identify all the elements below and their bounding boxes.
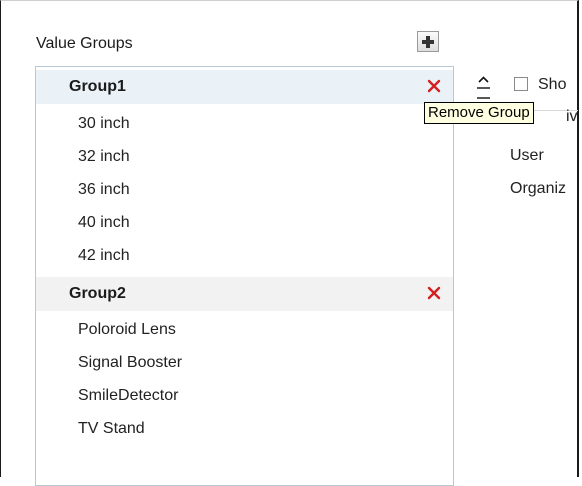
option-user[interactable]: User (510, 147, 544, 165)
list-item[interactable]: TV Stand (78, 420, 145, 438)
list-item[interactable]: 30 inch (78, 115, 130, 133)
list-item[interactable]: Signal Booster (78, 354, 182, 372)
group-header-group1[interactable]: Group1 (36, 70, 453, 104)
value-groups-title: Value Groups (36, 35, 133, 52)
list-item[interactable]: 36 inch (78, 181, 130, 199)
show-label: Sho (538, 76, 567, 93)
remove-group-icon[interactable] (426, 78, 442, 94)
option-organization[interactable]: Organiz (510, 180, 566, 198)
remove-group-icon[interactable] (426, 285, 442, 301)
add-group-button[interactable] (417, 31, 439, 52)
group-header-group2[interactable]: Group2 (36, 277, 453, 311)
list-item[interactable]: Poloroid Lens (78, 321, 176, 339)
partial-option-text: iv (566, 108, 578, 125)
value-groups-list: Group1 30 inch 32 inch 36 inch 40 inch 4… (35, 66, 454, 486)
show-checkbox[interactable] (514, 77, 528, 91)
remove-group-tooltip: Remove Group (424, 102, 534, 124)
plus-icon (422, 36, 434, 48)
move-up-icon[interactable] (475, 73, 492, 90)
list-item[interactable]: 40 inch (78, 214, 130, 232)
group-name: Group1 (69, 78, 126, 95)
group-name: Group2 (69, 285, 126, 302)
list-item[interactable]: 32 inch (78, 148, 130, 166)
list-item[interactable]: 42 inch (78, 247, 130, 265)
list-item[interactable]: SmileDetector (78, 387, 178, 405)
